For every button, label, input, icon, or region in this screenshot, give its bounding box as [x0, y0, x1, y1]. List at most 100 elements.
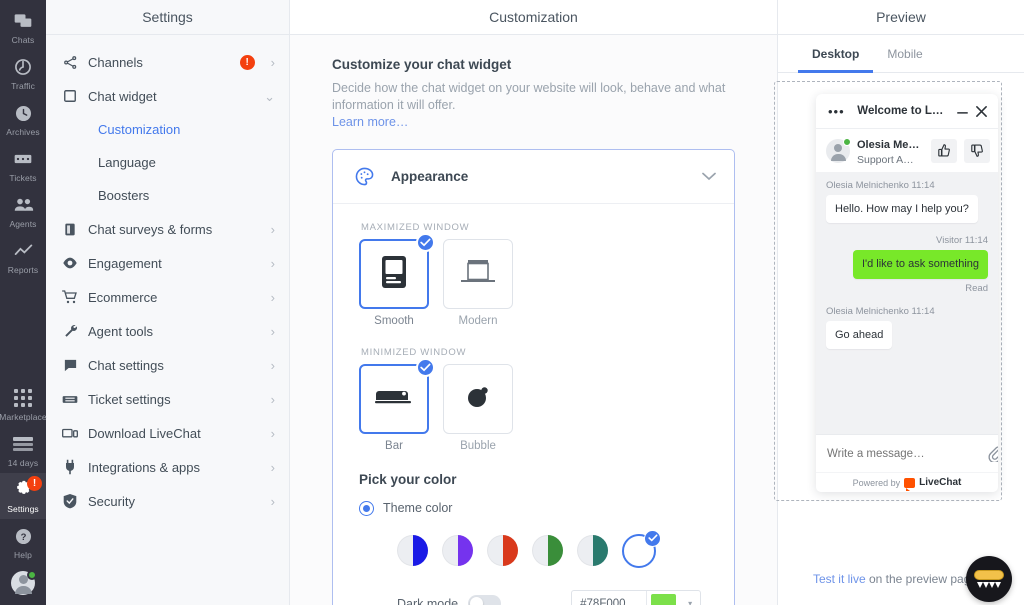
option-smooth[interactable]: Smooth [359, 239, 429, 327]
sidebar-item-security[interactable]: Security › [46, 484, 289, 518]
message-time: 11:14 [912, 306, 935, 317]
hex-color-input[interactable] [572, 591, 646, 605]
nav-item-settings[interactable]: ! Settings [0, 473, 46, 519]
page-title: Customization [290, 0, 777, 35]
sidebar-item-ticket-settings[interactable]: Ticket settings › [46, 382, 289, 416]
minimized-window-options: Bar Bubble [359, 364, 708, 452]
option-bubble-box[interactable] [443, 364, 513, 434]
settings-sidebar: Settings Channels ! › Chat widget ⌄ Cust… [46, 0, 290, 605]
color-swatch-orange-red[interactable] [487, 535, 518, 566]
swatch-fill [548, 535, 564, 566]
sidebar-item-download-livechat[interactable]: Download LiveChat › [46, 416, 289, 450]
color-swatch-green[interactable] [532, 535, 563, 566]
sidebar-item-label: Ticket settings [88, 392, 261, 407]
tab-mobile[interactable]: Mobile [873, 35, 936, 72]
nav-item-reports[interactable]: Reports [0, 234, 46, 280]
nav-item-traffic[interactable]: Traffic [0, 50, 46, 96]
appearance-card-header[interactable]: Appearance [333, 150, 734, 204]
message-author: Olesia Melnichenko [826, 306, 909, 317]
thumbs-down-icon[interactable] [964, 139, 990, 163]
theme-color-radio-row[interactable]: Theme color [359, 501, 708, 516]
nav-item-chats[interactable]: Chats [0, 4, 46, 50]
nav-label: 14 days [8, 458, 38, 468]
tab-desktop[interactable]: Desktop [798, 35, 873, 72]
sidebar-item-customization[interactable]: Customization [46, 113, 289, 146]
avatar-head [834, 144, 842, 152]
archives-icon [12, 102, 34, 124]
thumbs-up-icon[interactable] [931, 139, 957, 163]
close-icon[interactable] [975, 105, 988, 118]
nav-item-archives[interactable]: Archives [0, 96, 46, 142]
avatar-head [19, 575, 28, 584]
sidebar-item-language[interactable]: Language [46, 146, 289, 179]
chevron-right-icon: › [271, 291, 275, 304]
option-label: Bar [359, 440, 429, 452]
color-swatch-purple[interactable] [442, 535, 473, 566]
palette-icon [353, 165, 375, 187]
learn-more-link[interactable]: Learn more… [332, 115, 408, 129]
nav-item-help[interactable]: ? Help [0, 519, 46, 565]
sidebar-item-integrations-apps[interactable]: Integrations & apps › [46, 450, 289, 484]
message-input[interactable] [827, 448, 981, 460]
toggle-knob [470, 597, 483, 605]
test-it-live-link[interactable]: Test it live [813, 572, 866, 586]
color-swatch-blue[interactable] [397, 535, 428, 566]
nav-item-trial-days[interactable]: 14 days [0, 427, 46, 473]
nav-item-tickets[interactable]: Tickets [0, 142, 46, 188]
hex-color-field[interactable]: ▾ [571, 590, 701, 605]
message-bubble: Go ahead [826, 321, 892, 349]
message-author: Olesia Melnichenko [826, 180, 909, 191]
dark-mode-toggle[interactable] [468, 595, 501, 605]
fab-bar-shape [974, 570, 1004, 580]
option-bar-box[interactable] [359, 364, 429, 434]
chevron-down-icon[interactable]: ▾ [680, 591, 700, 605]
online-status-dot [27, 570, 37, 580]
option-modern-box[interactable] [443, 239, 513, 309]
dark-mode-and-hex-row: Dark mode ▾ [359, 590, 708, 605]
current-color-preview[interactable] [651, 594, 676, 605]
nav-item-marketplace[interactable]: Marketplace [0, 381, 46, 427]
minimized-bar-widget-icon[interactable] [966, 556, 1012, 602]
avatar-body [15, 586, 32, 594]
sidebar-item-label: Engagement [88, 256, 261, 271]
help-icon: ? [12, 525, 34, 547]
option-bar[interactable]: Bar [359, 364, 429, 452]
paperclip-icon[interactable] [988, 446, 998, 462]
sidebar-item-boosters[interactable]: Boosters [46, 179, 289, 212]
swatch-fill [458, 535, 474, 566]
theme-color-radio[interactable] [359, 501, 374, 516]
chevron-right-icon: › [271, 325, 275, 338]
nav-item-agents[interactable]: Agents [0, 188, 46, 234]
preview-footer: Test it live on the preview page [778, 553, 1024, 605]
sidebar-subitem-label: Language [98, 155, 156, 170]
option-bubble[interactable]: Bubble [443, 364, 513, 452]
option-modern[interactable]: Modern [443, 239, 513, 327]
field-divider [646, 591, 647, 605]
chevron-down-icon[interactable] [702, 169, 716, 184]
color-swatch-teal[interactable] [577, 535, 608, 566]
sidebar-item-label: Chat settings [88, 358, 261, 373]
widget-message-list: Olesia Melnichenko 11:14 Hello. How may … [816, 172, 998, 434]
sidebar-item-chat-surveys-forms[interactable]: Chat surveys & forms › [46, 212, 289, 246]
custom-color-picker-swatch[interactable] [622, 534, 656, 568]
nav-item-user-avatar[interactable] [0, 565, 46, 605]
share-icon [62, 54, 78, 70]
option-smooth-box[interactable] [359, 239, 429, 309]
nav-label: Archives [6, 127, 39, 137]
traffic-icon [12, 56, 34, 78]
selected-check-icon [644, 530, 661, 547]
minimize-icon[interactable] [956, 105, 969, 117]
widget-menu-icon[interactable]: ••• [828, 105, 845, 118]
sidebar-item-chat-settings[interactable]: Chat settings › [46, 348, 289, 382]
widget-header: ••• Welcome to L… [816, 94, 998, 128]
sidebar-item-chat-widget[interactable]: Chat widget ⌄ [46, 79, 289, 113]
sidebar-item-ecommerce[interactable]: Ecommerce › [46, 280, 289, 314]
sidebar-item-agent-tools[interactable]: Agent tools › [46, 314, 289, 348]
primary-nav-rail: Chats Traffic Archives Tickets Agents [0, 0, 46, 605]
nav-label: Settings [7, 504, 39, 514]
message-time: 11:14 [912, 180, 935, 191]
widget-icon [62, 88, 78, 104]
sidebar-item-channels[interactable]: Channels ! › [46, 45, 289, 79]
message-meta: Visitor 11:14 [826, 235, 988, 246]
sidebar-item-engagement[interactable]: Engagement › [46, 246, 289, 280]
